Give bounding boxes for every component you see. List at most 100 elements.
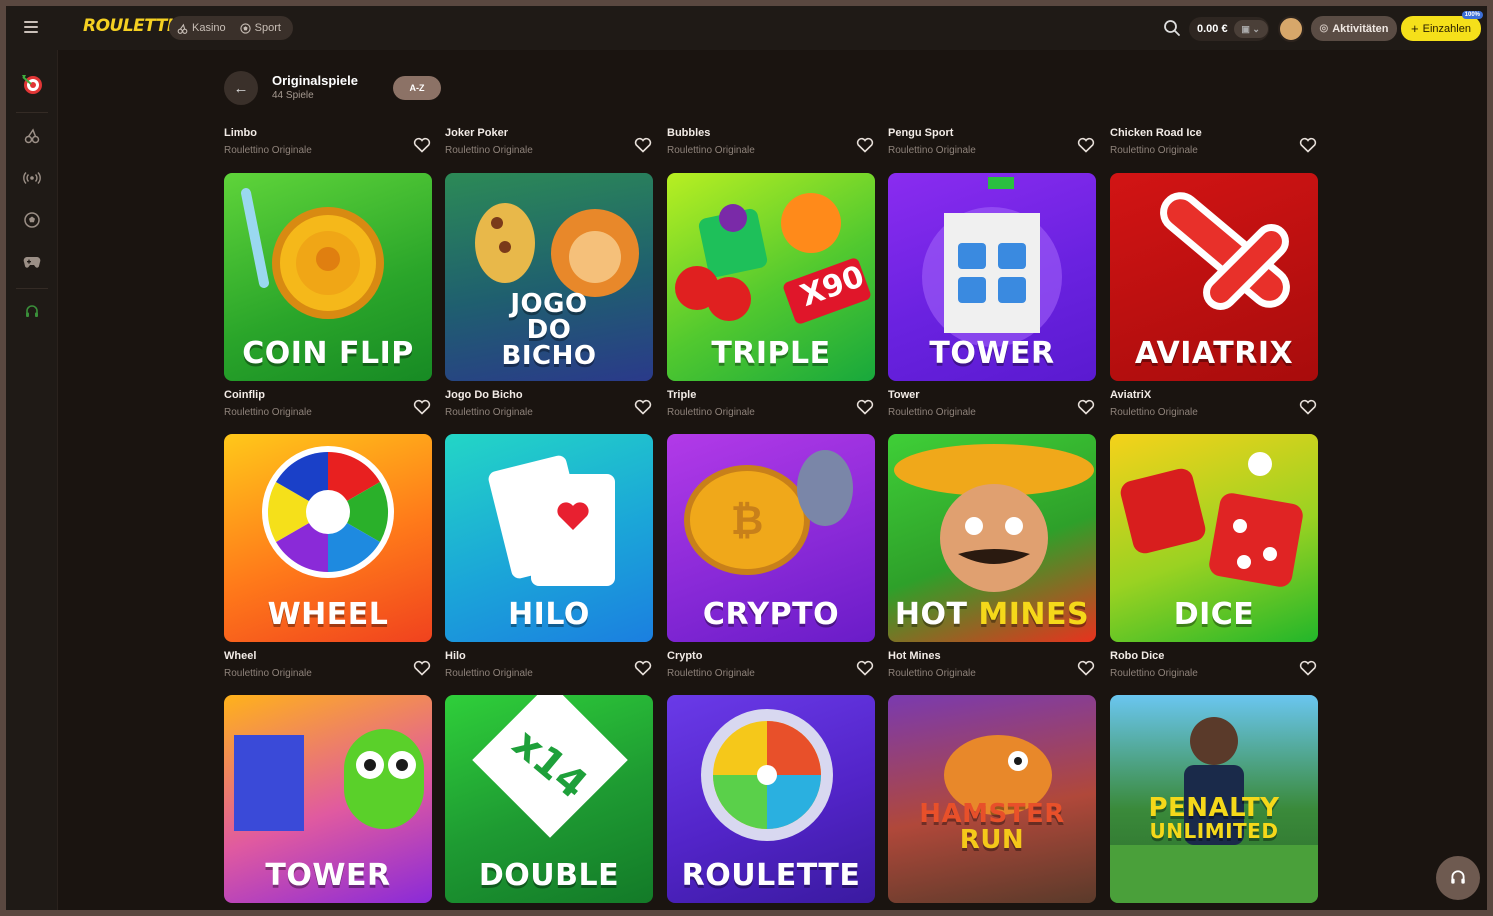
game-tile[interactable]: COIN FLIP (224, 173, 432, 381)
tile-title-part1: HAMSTER (919, 799, 1065, 829)
game-title[interactable]: Hot Mines (888, 650, 941, 662)
game-title[interactable]: Coinflip (224, 389, 265, 401)
nav-pill: Kasino Sport (169, 16, 293, 40)
nav-sport[interactable]: Sport (240, 22, 281, 34)
heart-icon[interactable] (856, 660, 874, 676)
game-title[interactable]: Chicken Road Ice (1110, 127, 1202, 139)
game-tile[interactable]: X90 TRIPLE (667, 173, 875, 381)
game-title[interactable]: Tower (888, 389, 920, 401)
back-button[interactable]: ← (224, 71, 258, 105)
game-title[interactable]: AviatriX (1110, 389, 1151, 401)
cherry-icon (24, 128, 40, 144)
tile-title: JOGO DO BICHO (445, 291, 653, 369)
game-title[interactable]: Limbo (224, 127, 257, 139)
sidebar-item-originals[interactable] (6, 66, 58, 102)
game-title[interactable]: Triple (667, 389, 696, 401)
game-title[interactable]: Robo Dice (1110, 650, 1164, 662)
heart-icon[interactable] (856, 399, 874, 415)
game-title[interactable]: Bubbles (667, 127, 710, 139)
game-tile[interactable]: PENALTY UNLIMITED (1110, 695, 1318, 903)
heart-icon[interactable] (856, 137, 874, 153)
game-label: AviatriX Roulettino Originale (1110, 389, 1318, 425)
plus-icon: + (1411, 21, 1419, 36)
search-icon[interactable] (1163, 19, 1181, 37)
heart-icon[interactable] (634, 399, 652, 415)
game-title[interactable]: Crypto (667, 650, 702, 662)
game-tile[interactable]: JOGO DO BICHO (445, 173, 653, 381)
game-label: Triple Roulettino Originale (667, 389, 875, 425)
heart-icon[interactable] (413, 137, 431, 153)
heart-icon[interactable] (634, 660, 652, 676)
game-tile[interactable]: HILO (445, 434, 653, 642)
gift-icon: ▣ (1241, 23, 1250, 34)
sidebar-item-live[interactable] (6, 160, 58, 196)
wallet-dropdown[interactable]: ▣ ⌄ (1233, 20, 1268, 38)
nav-sport-label: Sport (254, 22, 281, 34)
heart-icon[interactable] (1299, 137, 1317, 153)
tile-title-text: HILO (508, 597, 590, 632)
game-label: Jogo Do Bicho Roulettino Originale (445, 389, 653, 425)
game-provider: Roulettino Originale (224, 668, 312, 679)
heart-icon[interactable] (1077, 137, 1095, 153)
svg-text:₿: ₿ (731, 498, 764, 544)
game-title[interactable]: Joker Poker (445, 127, 508, 139)
game-tile[interactable]: TOWER (224, 695, 432, 903)
tile-title: CRYPTO (667, 600, 875, 630)
game-label: Bubbles Roulettino Originale (667, 127, 875, 163)
balance-display[interactable]: 0.00 € ▣ ⌄ (1189, 17, 1269, 41)
game-title[interactable]: Hilo (445, 650, 466, 662)
game-tile[interactable]: ₿ CRYPTO (667, 434, 875, 642)
tile-title: WHEEL (224, 600, 432, 630)
heart-icon[interactable] (1299, 660, 1317, 676)
game-count: 44 Spiele (272, 90, 314, 101)
game-label: Robo Dice Roulettino Originale (1110, 650, 1318, 686)
heart-icon[interactable] (1077, 660, 1095, 676)
deposit-button[interactable]: + Einzahlen 100% (1401, 11, 1483, 41)
tile-title-text: ROULETTE (681, 858, 861, 893)
game-label: Hot Mines Roulettino Originale (888, 650, 1096, 686)
heart-icon[interactable] (413, 660, 431, 676)
heart-icon[interactable] (1299, 399, 1317, 415)
game-tile[interactable]: TOWER (888, 173, 1096, 381)
tile-title-text: JOGO DO BICHO (501, 289, 597, 371)
sidebar-item-casino[interactable] (6, 118, 58, 154)
deposit-label: Einzahlen (1422, 22, 1471, 35)
tile-title: HOT MINES (888, 600, 1096, 630)
tile-title: COIN FLIP (224, 339, 432, 369)
game-provider: Roulettino Originale (445, 145, 533, 156)
tile-title-text: DOUBLE (478, 858, 620, 893)
activities-button[interactable]: ◎ Aktivitäten (1311, 16, 1397, 41)
game-tile[interactable]: ROULETTE (667, 695, 875, 903)
game-label: Pengu Sport Roulettino Originale (888, 127, 1096, 163)
sort-button[interactable]: A-Z (393, 76, 441, 100)
chevron-down-icon: ⌄ (1249, 23, 1260, 34)
heart-icon[interactable] (413, 399, 431, 415)
sidebar-item-esports[interactable] (6, 244, 58, 280)
game-title[interactable]: Jogo Do Bicho (445, 389, 523, 401)
heart-icon[interactable] (1077, 399, 1095, 415)
game-tile[interactable]: x14x14DOUBLE (445, 695, 653, 903)
game-label: Limbo Roulettino Originale (224, 127, 432, 163)
game-tile[interactable]: HAMSTER RUN (888, 695, 1096, 903)
sidebar-item-sports[interactable] (6, 202, 58, 238)
app-window: ROULETTINO Kasino Sport 0.00 € ▣ ⌄ ◎ Akt… (6, 6, 1487, 910)
nav-kasino[interactable]: Kasino (177, 22, 226, 34)
avatar[interactable] (1278, 16, 1304, 42)
game-tile[interactable]: HOT MINES (888, 434, 1096, 642)
top-header: ROULETTINO Kasino Sport 0.00 € ▣ ⌄ ◎ Akt… (6, 6, 1487, 50)
live-chat-button[interactable] (1436, 856, 1480, 900)
game-tile[interactable]: AVIATRIX (1110, 173, 1318, 381)
game-title[interactable]: Pengu Sport (888, 127, 953, 139)
hamburger-menu-icon[interactable] (24, 21, 38, 33)
sidebar-item-support[interactable] (6, 294, 58, 330)
cherry-icon (177, 23, 188, 34)
nav-kasino-label: Kasino (192, 22, 226, 34)
heart-icon[interactable] (634, 137, 652, 153)
game-provider: Roulettino Originale (888, 668, 976, 679)
game-provider: Roulettino Originale (667, 668, 755, 679)
game-title[interactable]: Wheel (224, 650, 256, 662)
tile-title: PENALTY UNLIMITED (1110, 795, 1318, 841)
game-tile[interactable]: DICE (1110, 434, 1318, 642)
game-tile[interactable]: WHEEL (224, 434, 432, 642)
game-provider: Roulettino Originale (224, 145, 312, 156)
